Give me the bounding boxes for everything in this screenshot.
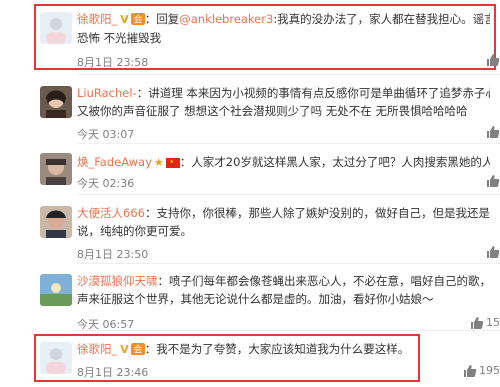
avatar[interactable] [40,206,72,238]
avatar-image [40,153,72,185]
comment-text: ：喷子们每年都会像苍蝇出来恶心人，不必在意，唱好自己的歌，用歌 [157,274,491,288]
avatar[interactable] [40,12,72,44]
member-icon: 会 [130,343,145,356]
thumbs-up-icon [471,316,484,329]
divider [77,330,500,331]
like-count: 195 [479,364,500,377]
like-button[interactable] [486,126,500,138]
comment-username[interactable]: 大便活人666 [77,206,145,220]
like-button[interactable] [486,175,500,187]
v-badge-icon: V [120,343,129,356]
v-badge-icon: V [120,13,129,26]
comment-time: 今天 03:07 [77,128,135,141]
like-count: 15 [486,316,500,329]
divider [77,143,500,144]
china-flag-icon: ★ [165,158,180,168]
comment-username[interactable]: 沙漠孤狼仰天啸 [77,274,158,288]
comment-time: 8月1日 23:46 [77,366,149,379]
avatar-image [40,274,72,306]
avatar-image [40,12,72,44]
divider [77,263,500,264]
thumbs-up-icon [464,364,477,377]
divider [77,74,500,75]
comment-text: :我真的没办法了，家人都在替我担心。谣言太 [273,12,490,26]
thumbs-up-icon [487,246,500,258]
divider [77,194,500,195]
mention-link[interactable]: @anklebreaker3 [179,12,273,26]
thumbs-up-icon [487,175,500,187]
member-icon: 会 [130,13,145,26]
comment-time: 8月1日 23:50 [77,248,149,261]
avatar[interactable] [40,153,72,185]
avatar[interactable] [40,342,72,374]
like-button[interactable]: 15 [470,316,500,329]
comment-text: ：我不是为了夸赞，大家应该知道我为什么要这样。 [144,342,410,356]
avatar[interactable] [40,274,72,306]
comment-text: ：支持你，你很棒，那些人除了嫉妒没别的，做好自己，但是我还是想 [144,206,490,220]
comment-username[interactable]: 徐歌阳_ [77,12,117,26]
comment-time: 今天 02:36 [77,177,135,190]
svg-text:会: 会 [133,14,142,26]
avatar[interactable] [40,86,72,118]
comment-text: 又被你的声音征服了 想想这个社会潜规则少了吗 无处不在 无所畏惧哈哈哈哈 [77,104,468,118]
svg-text:会: 会 [133,344,142,356]
comment-username[interactable]: 焕_FadeAway [77,155,152,169]
avatar-image [40,342,72,374]
like-button[interactable] [486,246,500,258]
star-icon: ★ [153,156,164,169]
like-button[interactable] [486,54,500,66]
comment-text: 恐怖 不光摧毁我 [77,31,162,45]
avatar-image [40,206,72,238]
thumbs-up-icon [487,126,500,138]
comment-text: 说，纯纯的你更可爱。 [77,224,192,238]
comment-username[interactable]: 徐歌阳_ [77,342,117,356]
comment-username[interactable]: LiuRachel- [77,86,137,100]
svg-text:★: ★ [169,159,174,165]
comment-time: 8月1日 23:58 [77,56,149,69]
comment-text: ：讲道理 本来因为小视频的事情有点反感你可是单曲循环了追梦赤子心 [136,86,490,100]
like-button[interactable]: 195 [463,364,500,377]
comment-text: ：人家才20岁就这样黑人家，太过分了吧？人肉搜索黑她的人 [179,155,490,169]
comment-text: ：回复 [144,12,180,26]
thumbs-up-icon [487,54,500,66]
avatar-image [40,86,72,118]
comment-text: 声来征服这个世界，其他无论说什么都是虚的。加油，看好你小姑娘～ [77,292,434,306]
